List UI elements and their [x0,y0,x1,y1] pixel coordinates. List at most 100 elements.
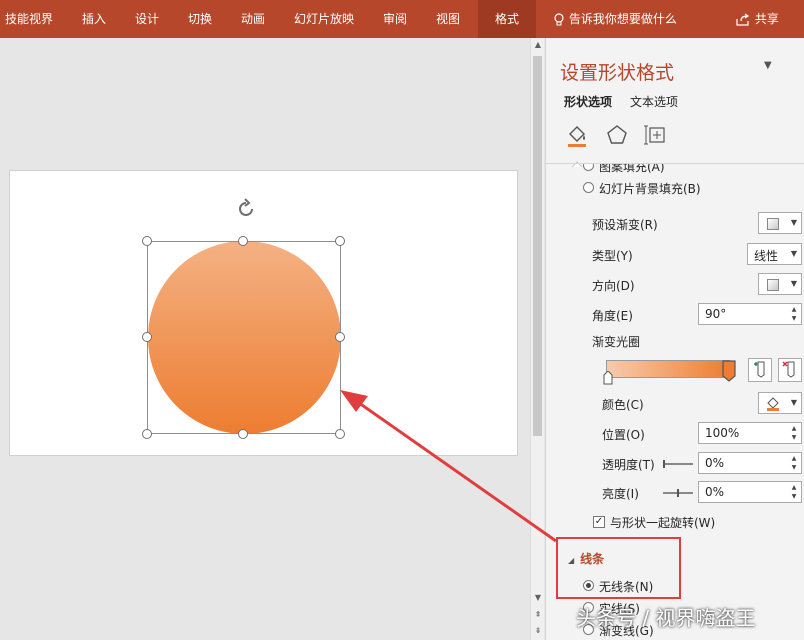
remove-stop-icon [782,361,795,378]
position-row: 位置(O) 100% ▲ ▼ [546,422,804,446]
selection-box [147,241,341,434]
resize-handle-bottom-left[interactable] [142,429,152,439]
type-dropdown[interactable]: 线性 ▼ [747,243,802,265]
angle-value: 90° [705,307,727,321]
spin-up-icon[interactable]: ▲ [789,306,799,314]
tab-review[interactable]: 审阅 [383,0,407,38]
spin-up-icon[interactable]: ▲ [789,425,799,433]
add-stop-icon [754,361,765,378]
color-label: 颜色(C) [602,398,644,412]
tell-me-text: 告诉我你想要做什么 [568,12,677,26]
resize-handle-bottom-right[interactable] [335,429,345,439]
slide-bg-fill-label: 幻灯片背景填充(B) [599,182,701,196]
page-up-icon[interactable]: ⇞ [531,608,545,622]
chevron-down-icon: ▼ [790,398,797,407]
tab-shape-options[interactable]: 形状选项 [564,93,612,110]
spin-up-icon[interactable]: ▲ [789,484,799,492]
tab-skills[interactable]: 技能视界 [5,0,53,38]
resize-handle-right[interactable] [335,332,345,342]
resize-handle-left[interactable] [142,332,152,342]
transparency-value: 0% [705,456,725,470]
pane-menu-chevron-down-icon[interactable]: ▼ [764,60,772,71]
gradient-stops-label: 渐变光圈 [592,335,641,349]
spin-down-icon[interactable]: ▼ [789,464,799,472]
direction-label: 方向(D) [592,279,635,293]
resize-handle-bottom[interactable] [238,429,248,439]
preset-gradient-dropdown[interactable]: ▼ [758,212,802,234]
pane-title: 设置形状格式 [560,62,675,84]
brightness-label: 亮度(I) [602,487,639,501]
direction-row: 方向(D) ▼ [546,273,804,297]
canvas-vertical-scrollbar[interactable]: ▲ ▼ ⇞ ⇟ [530,38,544,640]
resize-handle-top-right[interactable] [335,236,345,246]
gradient-stops-row: 渐变光圈 [546,329,804,353]
resize-handle-top[interactable] [238,236,248,246]
effects-pentagon-icon[interactable] [604,122,630,148]
pattern-fill-label: 图案填充(A) [599,164,665,174]
color-dropdown[interactable]: ▼ [758,392,802,414]
add-gradient-stop-button[interactable] [748,358,772,382]
spin-down-icon[interactable]: ▼ [789,315,799,323]
angle-spinner[interactable]: 90° ▲ ▼ [698,303,802,325]
rotate-with-shape-label: 与形状一起旋转(W) [610,516,716,530]
spin-down-icon[interactable]: ▼ [789,434,799,442]
tab-design[interactable]: 设计 [135,0,159,38]
scrollbar-thumb[interactable] [533,56,542,436]
preset-gradient-swatch [767,218,779,230]
tab-view[interactable]: 视图 [436,0,460,38]
transparency-slider[interactable] [663,463,693,465]
brightness-spinner[interactable]: 0% ▲ ▼ [698,481,802,503]
rotate-handle-icon[interactable] [234,197,258,221]
direction-dropdown[interactable]: ▼ [758,273,802,295]
position-spinner[interactable]: 100% ▲ ▼ [698,422,802,444]
type-label: 类型(Y) [592,249,633,263]
brightness-row: 亮度(I) 0% ▲ ▼ [546,481,804,505]
resize-handle-top-left[interactable] [142,236,152,246]
spin-down-icon[interactable]: ▼ [789,493,799,501]
share-label: 共享 [754,12,779,26]
slide-bg-fill-radio[interactable] [583,182,594,193]
share-icon [736,13,750,26]
direction-swatch [767,279,779,291]
preset-gradient-label: 预设渐变(R) [592,218,658,232]
position-label: 位置(O) [602,428,645,442]
lightbulb-icon [554,12,564,25]
preset-gradient-row: 预设渐变(R) ▼ [546,212,804,236]
pattern-fill-radio[interactable] [583,164,594,171]
watermark-text: 头条号 / 视界嗨盗王 [576,606,756,630]
angle-row: 角度(E) 90° ▲ ▼ [546,303,804,327]
brightness-slider-knob[interactable] [677,489,679,497]
rotate-with-shape-row[interactable]: ✓ 与形状一起旋转(W) [546,510,804,534]
pane-icon-bar [546,122,804,168]
angle-label: 角度(E) [592,309,633,323]
slide-bg-fill-row[interactable]: 幻灯片背景填充(B) [546,176,804,200]
transparency-slider-knob[interactable] [663,460,665,468]
type-row: 类型(Y) 线性 ▼ [546,243,804,267]
gradient-stop-right-selected-icon[interactable] [722,360,736,382]
tab-insert[interactable]: 插入 [82,0,106,38]
remove-gradient-stop-button[interactable] [778,358,802,382]
spin-up-icon[interactable]: ▲ [789,455,799,463]
transparency-label: 透明度(T) [602,458,655,472]
scroll-up-arrow-icon[interactable]: ▲ [531,38,545,52]
gradient-stops-bar[interactable] [606,360,730,378]
chevron-down-icon: ▼ [790,218,797,227]
tab-animations[interactable]: 动画 [241,0,265,38]
size-properties-icon[interactable] [643,122,669,148]
tab-slideshow[interactable]: 幻灯片放映 [294,0,354,38]
tab-transitions[interactable]: 切换 [188,0,212,38]
gradient-stop-left-icon[interactable] [603,371,613,385]
paint-bucket-icon [767,397,779,411]
tab-format[interactable]: 格式 [478,0,536,38]
scroll-down-arrow-icon[interactable]: ▼ [531,591,545,605]
transparency-row: 透明度(T) 0% ▲ ▼ [546,452,804,476]
tab-text-options[interactable]: 文本选项 [630,93,678,110]
fill-line-icon[interactable] [564,122,590,148]
position-value: 100% [705,426,740,440]
transparency-spinner[interactable]: 0% ▲ ▼ [698,452,802,474]
color-row: 颜色(C) ▼ [546,392,804,416]
tell-me-search[interactable]: 告诉我你想要做什么 [553,0,677,38]
share-button[interactable]: 共享 [735,0,779,38]
page-down-icon[interactable]: ⇟ [531,624,545,638]
rotate-with-shape-checkbox[interactable]: ✓ [593,516,605,528]
